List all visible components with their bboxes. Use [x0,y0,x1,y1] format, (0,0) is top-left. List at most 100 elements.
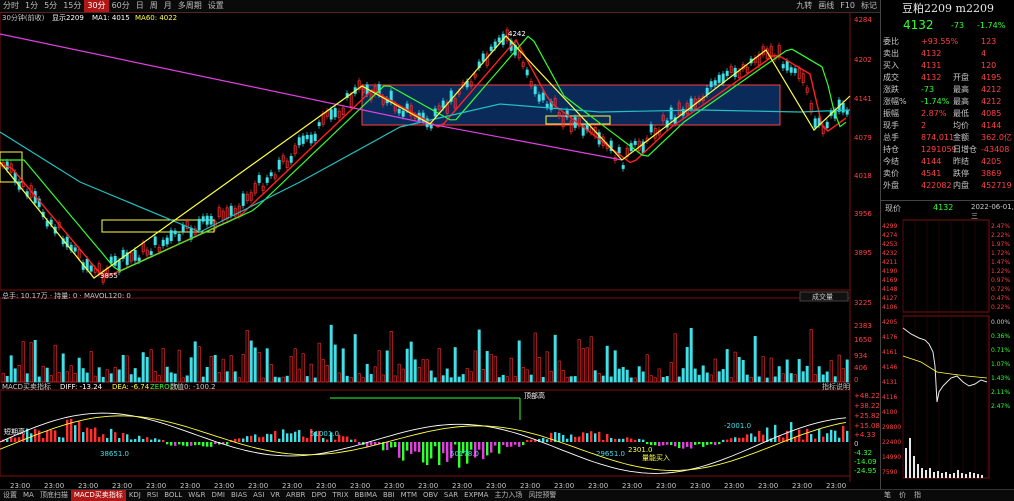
indicator-tab-20[interactable]: EXPMA [461,490,491,501]
volume-bar [841,368,845,383]
mark-button[interactable]: 标记 [858,0,880,12]
macd-bar [686,442,689,447]
volume-bar [233,371,237,383]
period-tab-day[interactable]: 日 [133,0,147,12]
quote-label: 卖价 [883,169,899,178]
indicator-tab-16[interactable]: BBI [380,490,398,501]
volume-bar [369,374,373,383]
macd-bar [286,433,289,442]
quote-value2: -43408 [981,145,1010,154]
period-tab-5min[interactable]: 5分 [41,0,60,12]
indicator-tab-13[interactable]: DPO [308,490,329,501]
quote-value2: 4195 [981,73,1002,82]
volume-bar [57,372,61,383]
macd-annotation-4: 29651.0 [596,450,625,458]
volume-bar [765,377,769,383]
candle-body [317,122,321,127]
volume-bar [769,357,773,383]
macd-bar [818,428,821,442]
macd-bar [262,436,265,442]
volume-bar [329,324,333,383]
indicator-tab-10[interactable]: ASI [250,490,267,501]
period-tab-multi[interactable]: 多周期 [175,0,205,12]
candle-body [73,247,77,252]
vol-label-4: 406 [854,364,868,372]
volume-bar [473,350,477,383]
quote-value: 4132 [921,49,942,58]
macd-bar [94,427,97,442]
indicator-tab-2[interactable]: 顶底扫描 [37,490,71,501]
period-tab-15min[interactable]: 15分 [60,0,84,12]
indicator-tab-11[interactable]: VR [267,490,283,501]
indicator-tab-14[interactable]: TRIX [330,490,352,501]
indicator-tab-6[interactable]: BOLL [161,490,185,501]
macd-bar [618,438,621,442]
period-tab-month[interactable]: 月 [161,0,175,12]
quote-tab-trades[interactable]: 笔 [880,490,895,501]
indicator-tab-15[interactable]: BBIMA [352,490,381,501]
settings-button[interactable]: 设置 [205,0,227,12]
quote-label2: 最高 [953,97,969,106]
volume-bar [349,377,353,383]
chart-area[interactable]: 30分钟(前收) 显示2209 MA1: 4015 MA60: 4022 424… [0,12,880,490]
volume-bar [137,377,141,383]
indicator-tab-22[interactable]: 风控预警 [525,490,559,501]
low-marker: 3855 [100,272,118,280]
macd-bar [30,433,33,442]
volume-bar [549,370,553,383]
volume-legend: 总手: 10.17万 · 持量: 0 · MAVOL120: 0 [2,291,131,300]
quote-tab-price[interactable]: 价 [895,490,910,501]
volume-bar [345,375,349,383]
indicator-tab-5[interactable]: RSI [144,490,161,501]
volume-bar [253,347,257,383]
macd-bar [678,442,681,449]
mini-vol-bar [913,456,915,478]
indicator-tab-3[interactable]: MACD买卖指标 [70,490,126,501]
indicator-tab-7[interactable]: W&R [185,490,208,501]
indicator-tab-18[interactable]: OBV [420,490,441,501]
price-label-1: 4202 [854,56,872,64]
macd-bar [558,432,561,442]
candle-body [329,109,333,120]
price-label-5: 3956 [854,210,872,218]
macd-bar [122,432,125,442]
indicator-tab-8[interactable]: DMI [208,490,228,501]
indicator-help-link[interactable]: 指标说明 [822,382,850,391]
macd-bar [682,442,685,449]
draw-line-button[interactable]: 画线 [815,0,837,12]
volume-bar [677,376,681,383]
quote-tab-index[interactable]: 指 [910,490,925,501]
candle-body [297,137,301,146]
indicator-tab-1[interactable]: MA [20,490,37,501]
nine-turn-button[interactable]: 九转 [793,0,815,12]
f10-button[interactable]: F10 [837,0,858,12]
indicator-tab-12[interactable]: ARBR [283,490,308,501]
indicator-tab-21[interactable]: 主力入场 [491,490,525,501]
mini-chart[interactable]: 4299 4274 4253 4232 4211 4190 4169 4148 4127 4106… [881,216,1014,486]
quote-label: 今结 [883,157,899,166]
period-tab-30min[interactable]: 30分 [84,0,109,12]
indicator-tab-9[interactable]: BIAS [228,490,250,501]
macd-annotation-5: 2301.0 [628,446,653,454]
period-tab-60min[interactable]: 60分 [109,0,133,12]
macd-bar [302,436,305,442]
candle-body [137,257,141,262]
volume-bar [701,365,705,383]
period-tab-week[interactable]: 周 [147,0,161,12]
period-tab-1min[interactable]: 1分 [22,0,41,12]
macd-bar [666,442,669,445]
indicator-tab-17[interactable]: MTM [398,490,420,501]
macd-bar [702,442,705,447]
macd-bar [82,432,85,442]
candle-body [617,147,621,154]
quote-label: 涨跌 [883,85,899,94]
indicator-tab-19[interactable]: SAR [441,490,461,501]
indicator-tab-0[interactable]: 设置 [0,490,20,501]
period-tab-timeshare[interactable]: 分时 [0,0,22,12]
indicator-tab-4[interactable]: KDJ [126,490,144,501]
quote-value2: 4144 [981,121,1002,130]
volume-bar [453,347,457,383]
mini-vol-bar [965,474,967,478]
volume-bar [121,355,125,383]
volume-bar [165,366,169,383]
